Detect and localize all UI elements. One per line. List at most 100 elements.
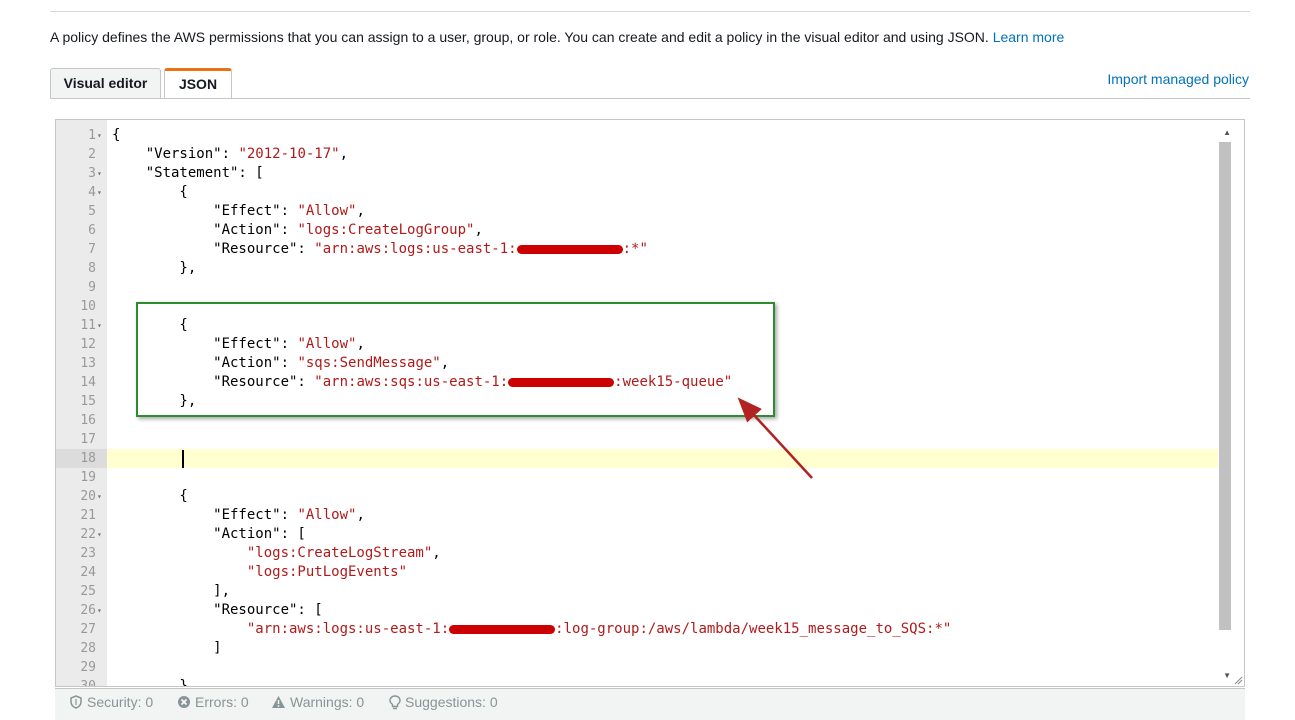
code-line[interactable]: 21 "Effect": "Allow", [56, 506, 1218, 525]
json-string: "logs:PutLogEvents" [246, 564, 408, 580]
code-text: { [112, 487, 188, 506]
code-line[interactable]: 7 "Resource": "arn:aws:logs:us-east-1::*… [56, 240, 1218, 259]
fold-toggle-icon[interactable]: ▾ [97, 183, 107, 202]
code-line[interactable]: 2 "Version": "2012-10-17", [56, 145, 1218, 164]
json-string: "arn:aws:logs:us-east-1: [314, 241, 517, 257]
json-string: "logs:CreateLogGroup" [297, 222, 475, 238]
code-text: "Action": "logs:CreateLogGroup", [112, 221, 483, 240]
fold-toggle-icon[interactable]: ▾ [97, 487, 107, 506]
highlight-box [136, 302, 775, 417]
line-number: 27 [56, 620, 107, 639]
import-managed-policy-link[interactable]: Import managed policy [1107, 71, 1249, 87]
code-text: "Effect": "Allow", [112, 202, 365, 221]
code-line[interactable]: 6 "Action": "logs:CreateLogGroup", [56, 221, 1218, 240]
redaction-mark [449, 624, 556, 634]
code-text: } [112, 677, 188, 687]
line-number: 12 [56, 335, 107, 354]
line-number: 24 [56, 563, 107, 582]
validation-status-bar: Security: 0 Errors: 0 Warnings: 0 Sugges… [55, 688, 1245, 720]
json-token: ], [112, 583, 231, 599]
code-line[interactable]: 27 "arn:aws:logs:us-east-1::log-group:/a… [56, 620, 1218, 639]
json-token: "Version": [112, 146, 239, 162]
scroll-down-arrow-icon[interactable]: ▼ [1223, 671, 1231, 680]
scroll-up-arrow-icon[interactable]: ▲ [1223, 128, 1231, 137]
tab-json[interactable]: JSON [164, 68, 232, 99]
json-string: :log-group:/aws/lambda/week15_message_to… [555, 621, 952, 637]
code-line[interactable]: 3 ▾ "Statement": [ [56, 164, 1218, 183]
status-errors[interactable]: Errors: 0 [177, 694, 249, 710]
lightbulb-icon [389, 694, 401, 709]
code-text: "Resource": "arn:aws:logs:us-east-1::*" [112, 240, 648, 259]
code-text: "Action": [ [112, 525, 306, 544]
code-line[interactable]: 20 ▾ { [56, 487, 1218, 506]
line-number: 29 [56, 658, 107, 677]
json-token: "Statement": [ [112, 165, 264, 181]
code-line[interactable]: 1 ▾{ [56, 126, 1218, 145]
json-token: } [112, 678, 188, 687]
json-token: , [339, 146, 349, 162]
code-line[interactable]: 23 "logs:CreateLogStream", [56, 544, 1218, 563]
policy-description: A policy defines the AWS permissions tha… [50, 29, 1064, 45]
line-number: 16 [56, 411, 107, 430]
status-security[interactable]: Security: 0 [69, 694, 153, 710]
json-token: ] [112, 640, 222, 656]
tab-visual-editor[interactable]: Visual editor [50, 68, 161, 98]
line-number: 25 [56, 582, 107, 601]
text-cursor [182, 450, 184, 468]
tabs-divider [50, 98, 1250, 99]
code-line[interactable]: 26 ▾ "Resource": [ [56, 601, 1218, 620]
code-text: "Version": "2012-10-17", [112, 145, 348, 164]
line-number: 28 [56, 639, 107, 658]
line-number: 14 [56, 373, 107, 392]
line-number: 8 [56, 259, 107, 278]
line-number: 21 [56, 506, 107, 525]
code-line[interactable]: 29 [56, 658, 1218, 677]
line-number: 2 [56, 145, 107, 164]
code-text: ] [112, 639, 222, 658]
code-line[interactable]: 19 [56, 468, 1218, 487]
code-text: "arn:aws:logs:us-east-1::log-group:/aws/… [112, 620, 951, 639]
json-token: { [112, 184, 188, 200]
json-string: "Allow" [297, 507, 357, 523]
code-line[interactable]: 25 ], [56, 582, 1218, 601]
line-number: 23 [56, 544, 107, 563]
json-token: { [112, 488, 188, 504]
line-number: 5 [56, 202, 107, 221]
code-line[interactable]: 24 "logs:PutLogEvents" [56, 563, 1218, 582]
fold-toggle-icon[interactable]: ▾ [97, 126, 107, 145]
status-suggestions[interactable]: Suggestions: 0 [389, 694, 498, 710]
code-line[interactable]: 4 ▾ { [56, 183, 1218, 202]
code-line[interactable]: 9 [56, 278, 1218, 297]
status-warnings[interactable]: Warnings: 0 [271, 694, 364, 710]
json-token: "Effect": [112, 507, 298, 523]
resize-grip-icon[interactable] [1233, 675, 1243, 685]
fold-toggle-icon[interactable]: ▾ [97, 316, 107, 335]
code-line[interactable]: 18 [56, 449, 1218, 468]
line-number: 9 [56, 278, 107, 297]
code-text: }, [112, 259, 196, 278]
line-number: 17 [56, 430, 107, 449]
line-number: 15 [56, 392, 107, 411]
code-line[interactable]: 17 [56, 430, 1218, 449]
code-text: { [112, 183, 188, 202]
shield-icon [70, 695, 82, 709]
code-line[interactable]: 8 }, [56, 259, 1218, 278]
code-line[interactable]: 30 } [56, 677, 1218, 687]
line-number: 18 [56, 449, 107, 468]
line-number: 6 [56, 221, 107, 240]
fold-toggle-icon[interactable]: ▾ [97, 601, 107, 620]
learn-more-link[interactable]: Learn more [993, 29, 1065, 45]
json-token: "Action": [112, 222, 298, 238]
json-string: "logs:CreateLogStream" [246, 545, 433, 561]
vertical-scrollbar-thumb[interactable] [1219, 142, 1231, 630]
fold-toggle-icon[interactable]: ▾ [97, 164, 107, 183]
code-text: ], [112, 582, 230, 601]
code-line[interactable]: 5 "Effect": "Allow", [56, 202, 1218, 221]
fold-toggle-icon[interactable]: ▾ [97, 525, 107, 544]
line-number: 13 [56, 354, 107, 373]
code-line[interactable]: 22 ▾ "Action": [ [56, 525, 1218, 544]
json-token: "Resource": [ [112, 602, 323, 618]
code-line[interactable]: 28 ] [56, 639, 1218, 658]
